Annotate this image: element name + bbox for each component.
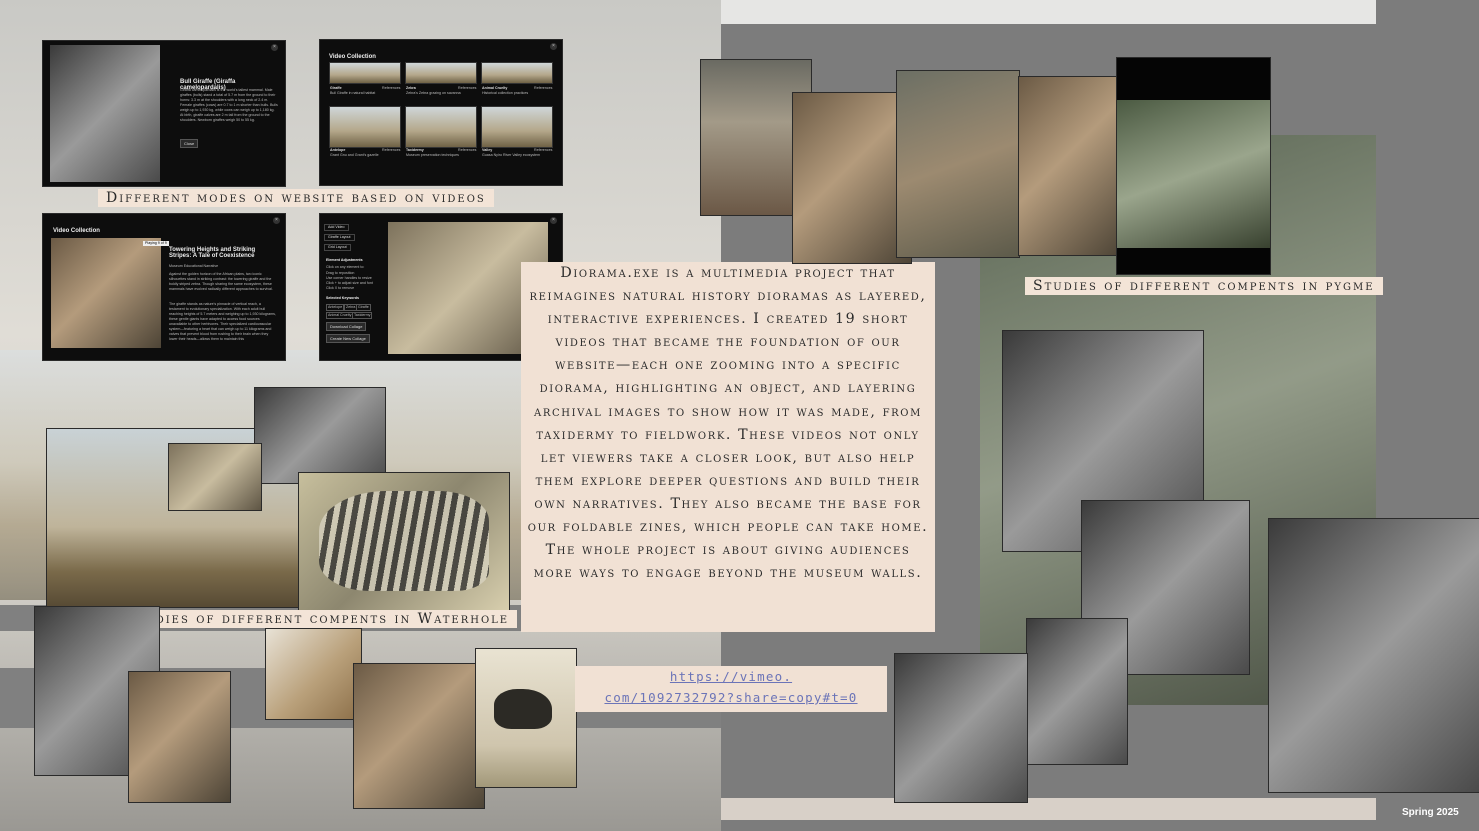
vimeo-link[interactable]: https://vimeo. com/1092732792?share=copy… (575, 666, 887, 712)
add-video-button[interactable]: Add Video (324, 224, 349, 231)
download-collage-button[interactable]: Download Collage (326, 322, 367, 331)
video-thumbnail[interactable] (405, 106, 477, 148)
vimeo-link-line2[interactable]: com/1092732792?share=copy#t=0 (575, 687, 887, 708)
story-paragraph: The giraffe stands as nature's pinnacle … (169, 302, 276, 341)
references-tag[interactable]: References (534, 148, 552, 153)
footer-date: Spring 2025 (1402, 807, 1459, 818)
close-icon[interactable]: × (550, 217, 557, 224)
grid-layout-button[interactable]: Grid Layout (324, 244, 351, 251)
story-heading: Towering Heights and Striking Stripes: A… (169, 247, 256, 259)
playing-badge: Playing 9 of 9 (143, 241, 169, 246)
keyword-chip[interactable]: Taxidermy (352, 312, 373, 319)
antelope-figure (494, 689, 552, 729)
keyword-chip[interactable]: Antelope (326, 304, 345, 311)
top-strip (721, 0, 1376, 24)
archival-landscape-photo (254, 387, 386, 484)
create-collage-button[interactable]: Create New Collage (326, 334, 370, 343)
figure-study-photo (896, 70, 1020, 258)
references-tag[interactable]: References (382, 148, 400, 153)
story-paragraph: Against the golden horizon of the Africa… (169, 272, 273, 291)
video-subtitle: Guasa Nyiro River Valley ecosystem (482, 153, 541, 157)
collection-title: Video Collection (329, 54, 376, 60)
figure-study-photo (1018, 76, 1122, 256)
giraffe-hunt-photo (51, 238, 161, 348)
video-thumbnail[interactable] (329, 106, 401, 148)
waterhole-label: Studies of different compents in Waterho… (117, 610, 518, 628)
archival-net-photo (1268, 518, 1479, 793)
story-meta: Museum Educational Narrative (169, 264, 219, 268)
video-subtitle: Bull Giraffe in natural habitat (330, 91, 376, 95)
close-icon[interactable]: × (273, 217, 280, 224)
story-screenshot: Video Collection × Playing 9 of 9 Toweri… (42, 213, 286, 361)
antelope-diorama-photo (353, 663, 485, 809)
giraffe-layout-button[interactable]: Giraffe Layout (324, 234, 355, 241)
vimeo-link-line1[interactable]: https://vimeo. (575, 666, 887, 687)
antelope-specimen-photo (475, 648, 577, 788)
close-icon[interactable]: × (271, 44, 278, 51)
video-collection-screenshot: Video Collection × Giraffe Bull Giraffe … (319, 39, 563, 186)
giraffe-info-screenshot: × Bull Giraffe (Giraffa camelopardalis) … (42, 40, 286, 187)
video-thumbnail[interactable] (481, 62, 553, 84)
references-tag[interactable]: References (458, 86, 476, 91)
adjustment-hint: Click on any element to: (326, 265, 365, 269)
gazelle-head-photo (265, 628, 362, 720)
archival-seated-photo (894, 653, 1028, 803)
adjustments-title: Element Adjustments (326, 258, 363, 262)
video-subtitle: Zebra's Zebra grazing on savanna (406, 91, 461, 95)
pygme-label: Studies of different compents in pygme (1025, 277, 1383, 295)
close-button[interactable]: Close (180, 139, 199, 148)
giraffe-skeleton-image (50, 45, 160, 182)
references-tag[interactable]: References (534, 86, 552, 91)
video-subtitle: Grant Gnu and Grant's gazelle (330, 153, 379, 157)
video-thumbnail[interactable] (481, 106, 553, 148)
references-tag[interactable]: References (458, 148, 476, 153)
forest-video-still (1116, 57, 1271, 275)
modes-label: Different modes on website based on vide… (98, 189, 494, 207)
forest-scene (1117, 100, 1270, 248)
close-icon[interactable]: × (550, 43, 557, 50)
references-tag[interactable]: References (382, 86, 400, 91)
video-thumbnail[interactable] (329, 62, 401, 84)
figure-study-photo (792, 92, 912, 264)
taxidermy-collage-photo (128, 671, 231, 803)
keywords-title: Selected Keywords (326, 296, 359, 300)
video-thumbnail[interactable] (405, 62, 477, 84)
bottom-strip (721, 798, 1376, 820)
keyword-chip[interactable]: Giraffe (356, 304, 371, 311)
keyword-chip[interactable]: Animal Cruelty (326, 312, 354, 319)
giraffe-description: Giraffa camelopardalis is the world's ta… (180, 88, 278, 122)
adjustment-hint: Click X to remove (326, 286, 355, 290)
project-description: Diorama.exe is a multimedia project that… (521, 262, 935, 632)
zebra-figure (319, 491, 489, 591)
story-collection-title: Video Collection (53, 228, 100, 234)
video-subtitle: Museum preservation techniques (406, 153, 459, 157)
rock-painting-photo (168, 443, 262, 511)
zebra-illustration (298, 472, 510, 612)
video-subtitle: Historical collection practices (482, 91, 529, 95)
archival-field-photo (1026, 618, 1128, 765)
